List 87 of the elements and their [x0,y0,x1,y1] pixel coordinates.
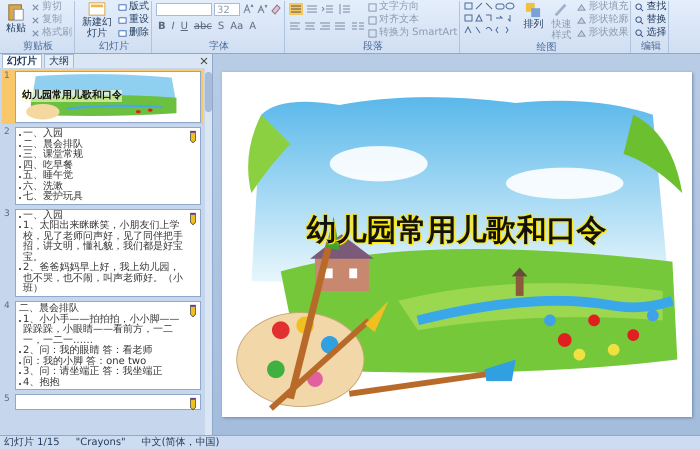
group-label: 段落 [362,41,384,53]
thumbnail-heading: 二、晨会排队 [19,302,80,314]
group-label: 幻灯片 [98,41,130,53]
thumbnail-text: 2、问：我的眼睛 答：看老师 [23,346,153,356]
panel-tab[interactable]: 幻灯片 [2,54,42,68]
indent-icon[interactable] [321,3,335,15]
slide-thumbnail[interactable]: 一、入园 二、晨会排队 三、课堂常规 四、吃早餐 五、睡午觉 六、洗漱 七、爱护玩具 [15,127,201,204]
thumbnail-text: 五、睡午觉 [23,171,73,181]
thumbnail-text: 四、吃早餐 [23,160,73,170]
slide-number: 2 [4,127,11,139]
thumbnail-text: 三、课堂常规 [23,150,83,160]
group-label: 剪贴板 [22,41,54,53]
search-icon [635,2,644,12]
scrollbar[interactable] [205,68,212,435]
grow-font-icon[interactable] [242,3,254,15]
search-icon [635,16,644,24]
bullet-list-icon[interactable] [289,3,303,15]
slide-icon [88,2,106,16]
cross-icon [31,2,40,12]
editing-button[interactable]: 选择 [635,27,666,39]
group-label: 字体 [208,41,230,53]
search-icon [635,28,644,38]
editing-button[interactable]: 查找 [635,1,666,13]
slide-thumbnail-row[interactable]: 2 一、入园 二、晨会排队 三、课堂常规 四、吃早餐 五、睡午觉 六、洗漱 七、爱护玩具 [2,126,203,206]
eraser-icon[interactable] [270,3,282,15]
group-label: 绘图 [535,42,558,54]
slide-number: 5 [4,394,11,406]
font-style-button[interactable]: A [247,20,258,32]
editing-button[interactable]: 替换 [635,14,666,26]
shrink-font-icon[interactable] [256,3,268,15]
close-icon[interactable] [200,57,208,65]
thumbnail-text: 1、太阳出来眯眯笑，小朋友们上学校，见了老师问声好，见了同伴把手招，讲文明，懂礼貌，我们都是好宝宝。 [23,221,184,262]
cross-icon [31,28,40,38]
group-label: 编辑 [640,41,662,53]
cross-icon [31,16,40,24]
square-icon [368,16,377,24]
slide-number: 3 [4,208,11,220]
slide-number: 1 [4,71,11,83]
slide-thumbnail[interactable]: 幼儿园常用儿歌和口令 [15,71,201,123]
thumbnail-text: 七、爱护玩具 [23,192,83,202]
thumbnail-text: 六、洗漱 [23,182,63,192]
status-text: 中文(简体，中国) [142,436,220,448]
font-name-field[interactable] [156,2,212,16]
pencil-icon [188,304,198,318]
square-icon [368,2,377,12]
font-style-button[interactable]: abc [192,20,214,32]
slide-thumbnail-row[interactable]: 4 二、晨会排队 1、小小手——拍拍拍，小小脚——跺跺跺，小眼睛——看前方，一二一，一二一…… 2、问：我的眼睛 答：看老师 问：我的小脚 答：one two 3、问：请坐端正 答：我坐端正 4、抱抱 [2,300,203,391]
paste-button[interactable]: 粘贴 [4,1,28,35]
thumbnail-text: 问：我的小脚 答：one two [23,356,146,366]
slide-thumbnail-row[interactable]: 5 [2,393,203,411]
pencil-icon [188,397,198,411]
slide-thumbnail[interactable] [15,394,201,410]
square-icon [368,28,377,38]
status-text: 幻灯片 1/15 [4,436,60,448]
squares-icon [525,2,542,18]
thumbnail-text: 一、入园 [23,210,63,220]
slide-thumbnail-row[interactable]: 1 幼儿园常用儿歌和口令 [2,70,203,124]
thumbnail-text: 1、小小手——拍拍拍，小小脚——跺跺跺，小眼睛——看前方，一二一，一二一…… [23,314,180,346]
pencil-icon [188,130,198,144]
font-style-button[interactable]: B [156,20,168,32]
new-slide-button[interactable]: 新建幻灯片 [79,1,115,40]
panel-tab[interactable]: 大纲 [44,54,74,68]
slide-tool-button[interactable]: 删除 [118,27,149,39]
thumbnail-title: 幼儿园常用儿歌和口令 [22,90,122,102]
font-style-button[interactable]: Aa [228,20,246,32]
font-style-button[interactable]: U [178,20,190,32]
slide-number: 4 [4,300,11,312]
slide-tool-button[interactable]: 重设 [118,14,149,26]
line-spacing-icon[interactable] [337,3,351,15]
slide-thumbnail-row[interactable]: 3 一、入园 1、太阳出来眯眯笑，小朋友们上学校，见了老师问声好，见了同伴把手招，讲文明，懂礼貌，我们都是好宝宝。 2、爸爸妈妈早上好，我上幼儿园，也不哭，也不闹，叫声老师好。（小班） [2,208,203,298]
clipboard-icon [7,2,25,22]
pencil-icon [188,212,198,226]
thumbnail-text: 3、问：请坐端正 答：我坐端正 [23,367,163,377]
font-style-button[interactable]: S [216,20,226,32]
thumbnail-text: 一、入园 [23,129,63,139]
font-style-button[interactable]: I [170,20,177,32]
slide-thumbnail[interactable]: 一、入园 1、太阳出来眯眯笑，小朋友们上学校，见了老师问声好，见了同伴把手招，讲文明，懂礼貌，我们都是好宝宝。 2、爸爸妈妈早上好，我上幼儿园，也不哭，也不闹，叫声老师好。（小班） [15,208,201,296]
numbered-list-icon[interactable] [305,3,319,15]
columns-icon[interactable] [351,20,365,32]
arrange-button[interactable]: 排列 [521,1,546,31]
slide-thumbnail[interactable]: 二、晨会排队 1、小小手——拍拍拍，小小脚——跺跺跺，小眼睛——看前方，一二一，一二一…… 2、问：我的眼睛 答：看老师 问：我的小脚 答：one two 3、问：请坐端正 答：我坐端正 4、抱抱 [15,300,201,390]
thumbnail-text: 2、爸爸妈妈早上好，我上幼儿园，也不哭，也不闹，叫声老师好。（小班） [23,263,184,294]
thumbnail-text: 二、晨会排队 [23,140,83,150]
status-text: "Crayons" [76,436,126,448]
brush-icon [553,2,570,18]
thumbnail-text: 4、抱抱 [23,378,60,388]
slide-tool-button[interactable]: 版式 [118,1,149,13]
